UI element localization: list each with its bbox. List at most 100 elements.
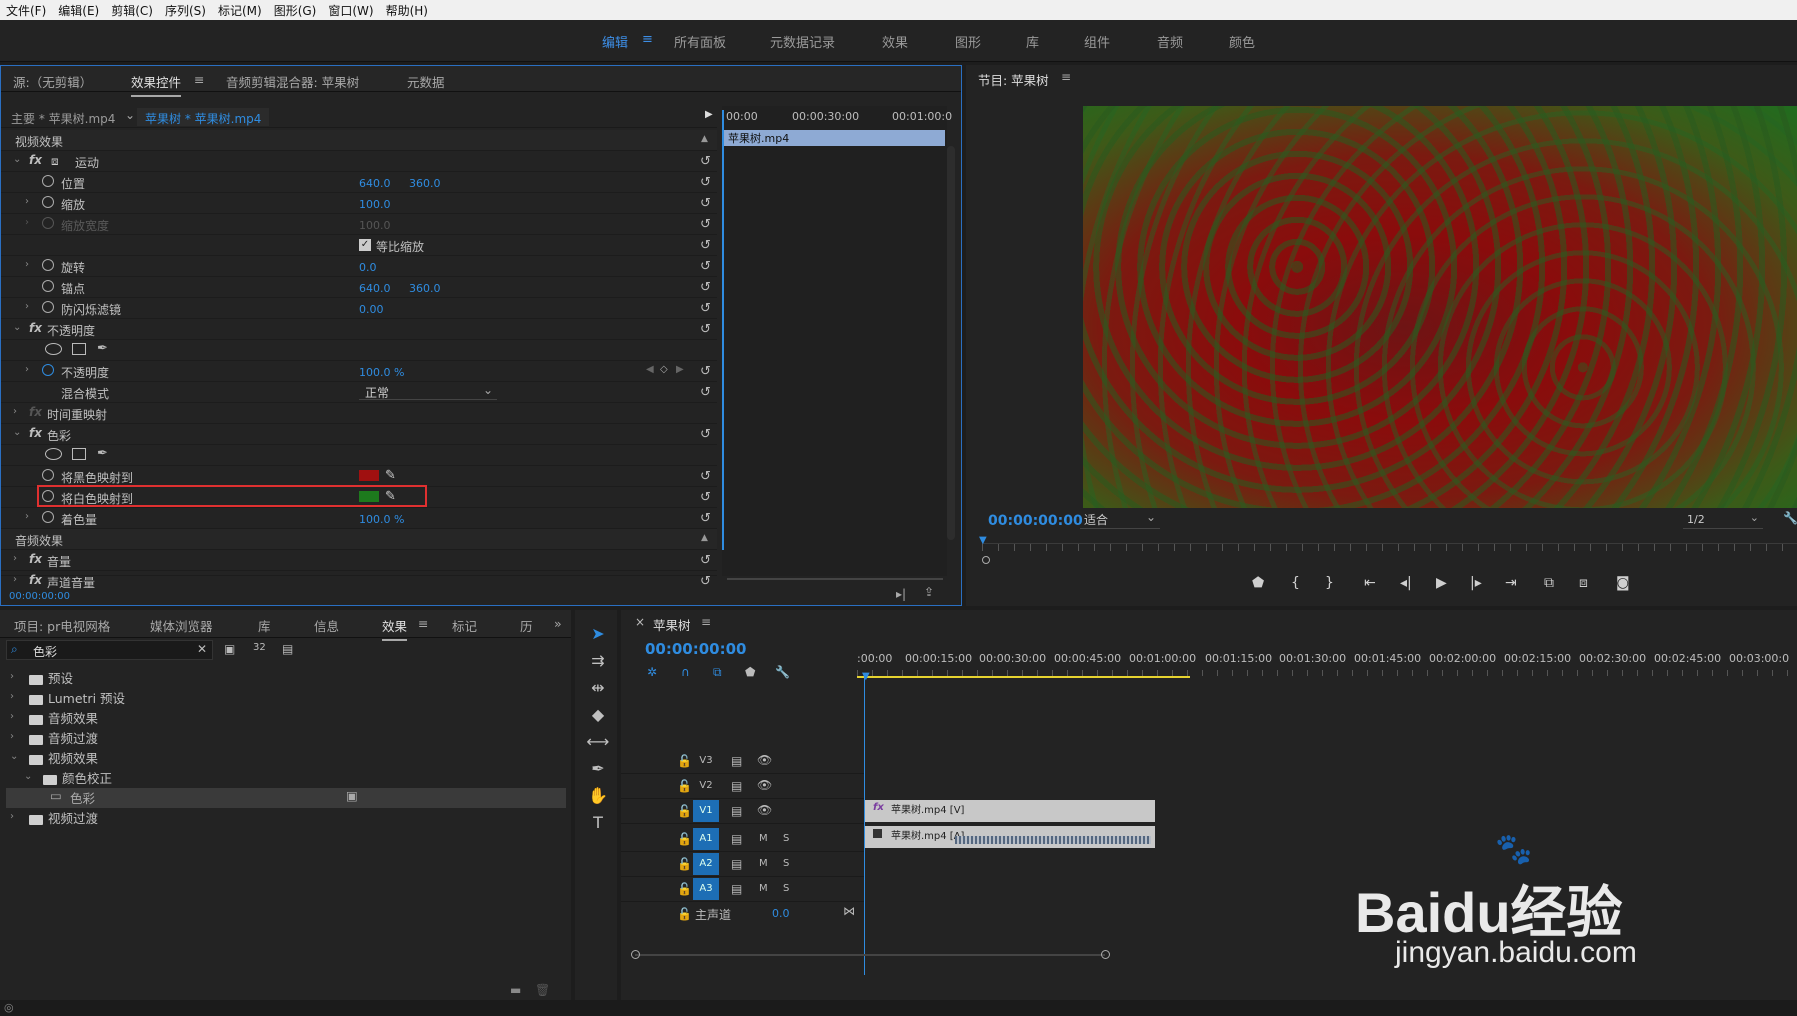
video-clip[interactable]: fx 苹果树.mp4 [V] [865,800,1155,822]
tab-media-browser[interactable]: 媒体浏览器 [150,616,213,635]
track-label[interactable]: V2 [693,775,719,797]
lock-icon[interactable]: 🔓 [677,779,692,793]
reset-icon[interactable]: ↺ [700,574,711,589]
track-label[interactable]: V3 [693,750,719,772]
accelerated-effects-icon[interactable]: ▣ [224,642,235,656]
tab-history[interactable]: 历 [520,616,533,635]
menu-graphics[interactable]: 图形(G) [268,2,323,19]
tab-effect-controls[interactable]: 效果控件 [131,72,182,97]
transform-icon[interactable]: ⧈ [51,154,59,169]
reset-icon[interactable]: ↺ [700,322,711,337]
track-select-tool-icon[interactable]: ⇉ [586,651,610,675]
fx-icon[interactable]: fx [29,321,42,335]
stopwatch-icon[interactable] [42,364,54,376]
menu-edit[interactable]: 编辑(E) [52,2,105,19]
add-keyframe-icon[interactable]: ◇ [660,364,668,375]
chevron-right-icon[interactable]: › [25,364,29,375]
go-to-end-icon[interactable]: ⋈ [843,904,855,918]
razor-tool-icon[interactable]: ◆ [586,705,610,729]
workspace-metadata[interactable]: 元数据记录 [770,32,835,51]
position-y-value[interactable]: 360.0 [409,177,441,190]
solo-button[interactable]: S [783,883,789,894]
go-to-in-icon[interactable]: ⇤ [1364,575,1376,591]
workspace-all-panels[interactable]: 所有面板 [674,32,726,51]
stopwatch-icon[interactable] [42,259,54,271]
lock-icon[interactable]: 🔓 [677,907,692,921]
workspace-library[interactable]: 库 [1026,32,1039,51]
chevron-down-icon[interactable]: ⌄ [13,427,21,438]
chevron-down-icon[interactable]: ⌄ [13,154,21,165]
hand-tool-icon[interactable]: ✋ [586,786,610,810]
tab-audio-mixer[interactable]: 音频剪辑混合器: 苹果树 [226,72,359,91]
workspace-audio[interactable]: 音频 [1157,32,1183,51]
chevron-right-icon[interactable]: › [10,811,14,822]
sync-lock-icon[interactable]: ▤ [731,779,742,793]
fit-select[interactable]: 适合 ⌄ [1080,510,1160,529]
play-triangle-icon[interactable]: ▶ [705,109,713,120]
rotation-value[interactable]: 0.0 [359,261,377,274]
workspace-graphics[interactable]: 图形 [955,32,981,51]
wrench-icon[interactable]: 🔧 [1783,511,1797,525]
new-bin-icon[interactable]: ▬ [510,983,521,997]
lift-icon[interactable]: ⧉ [1544,575,1554,591]
chevron-right-icon[interactable]: › [13,574,17,585]
opacity-value[interactable]: 100.0 % [359,366,404,379]
map-black-swatch[interactable] [359,470,379,481]
lock-icon[interactable]: 🔓 [677,857,692,871]
workspace-effects[interactable]: 效果 [882,32,908,51]
menu-clip[interactable]: 剪辑(C) [105,2,159,19]
solo-button[interactable]: S [783,833,789,844]
reset-icon[interactable]: ↺ [700,175,711,190]
camera-icon[interactable]: ◙ [1616,575,1630,591]
reset-icon[interactable]: ↺ [700,427,711,442]
pen-tool-icon[interactable]: ✒ [586,759,610,783]
program-playhead[interactable]: ▼ [979,535,987,546]
pen-mask-icon[interactable]: ✒ [97,341,108,356]
menu-file[interactable]: 文件(F) [0,2,52,19]
workspace-color[interactable]: 颜色 [1229,32,1255,51]
go-to-out-icon[interactable]: ⇥ [1505,575,1517,591]
stopwatch-icon[interactable] [42,175,54,187]
track-label[interactable]: V1 [693,800,719,822]
chevron-right-icon[interactable]: › [25,196,29,207]
list-item[interactable]: ⌄ 视频效果 [6,748,566,768]
eye-icon[interactable]: 👁 [757,753,772,767]
chevron-down-icon[interactable]: ⌄ [125,108,135,122]
tab-effects[interactable]: 效果 [382,616,408,641]
track-label[interactable]: A1 [693,828,719,850]
chevron-right-icon[interactable]: › [25,301,29,312]
chevron-right-icon[interactable]: › [10,711,14,722]
audio-clip[interactable]: 苹果树.mp4 [A] [865,826,1155,848]
position-x-value[interactable]: 640.0 [359,177,391,190]
reset-icon[interactable]: ↺ [700,385,711,400]
rectangle-mask-icon[interactable] [72,343,86,355]
ec-scrollbar[interactable] [947,146,955,540]
anchor-y-value[interactable]: 360.0 [409,282,441,295]
sync-lock-icon[interactable]: ▤ [731,832,742,846]
master-volume-value[interactable]: 0.0 [772,907,790,920]
mute-button[interactable]: M [759,858,768,869]
program-timecode[interactable]: 00:00:00:00 [988,513,1083,529]
uniform-scale-checkbox[interactable]: ✓ [359,239,371,251]
ec-playhead[interactable] [722,110,724,550]
collapse-icon[interactable]: ▲ [701,533,708,543]
list-item[interactable]: ⌄ 颜色校正 [6,768,566,788]
sequence-tab[interactable]: 苹果树 [653,615,691,634]
tab-menu-icon[interactable]: ≡ [418,616,428,631]
reset-icon[interactable]: ↺ [700,469,711,484]
scroll-handle-left[interactable] [631,950,640,959]
amount-value[interactable]: 100.0 % [359,513,404,526]
sync-lock-icon[interactable]: ▤ [731,857,742,871]
stopwatch-icon[interactable] [42,301,54,313]
sync-lock-icon[interactable]: ▤ [731,804,742,818]
prev-keyframe-icon[interactable]: ◀ [646,364,654,375]
extract-icon[interactable]: ⧈ [1579,575,1588,591]
ec-timecode[interactable]: 00:00:00:00 [9,591,70,602]
sync-lock-icon[interactable]: ▤ [731,882,742,896]
ellipse-mask-icon[interactable] [45,448,62,460]
reset-icon[interactable]: ↺ [700,238,711,253]
timeline-ruler[interactable]: :00:00 00:00:15:00 00:00:30:00 00:00:45:… [857,652,1797,678]
flicker-value[interactable]: 0.00 [359,303,384,316]
type-tool-icon[interactable]: T [586,813,610,837]
panel-menu-icon[interactable]: ≡ [701,615,711,629]
